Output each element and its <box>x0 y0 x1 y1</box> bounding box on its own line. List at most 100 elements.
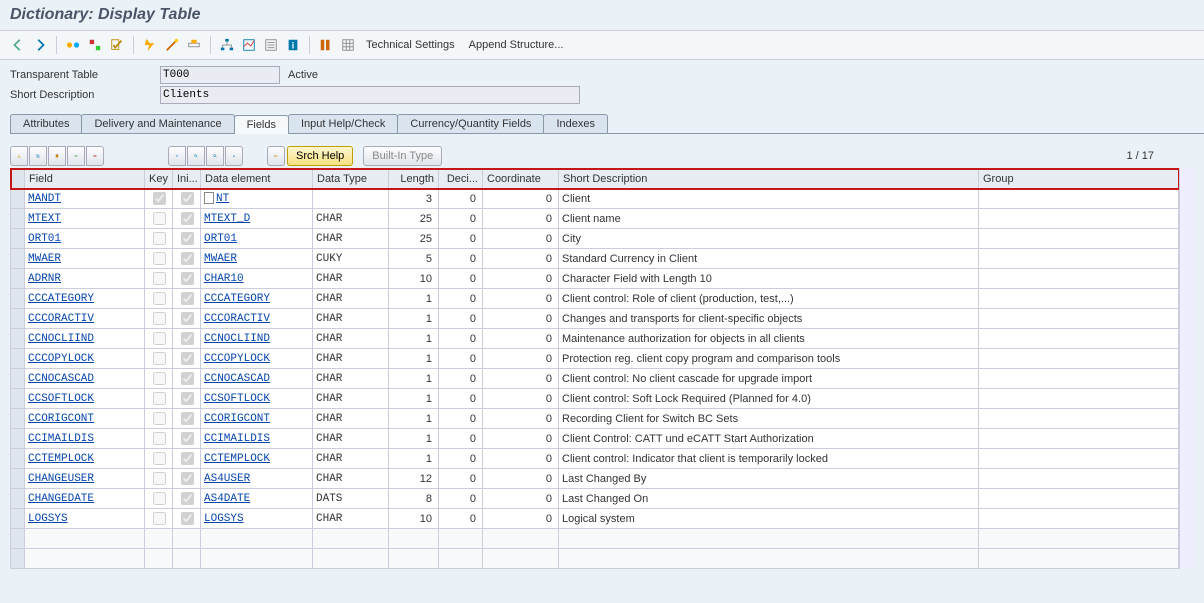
row-marker[interactable] <box>11 389 25 409</box>
cell-key[interactable] <box>145 369 173 389</box>
col-field[interactable]: Field <box>25 169 145 189</box>
cell-data-element[interactable]: CCSOFTLOCK <box>201 389 313 409</box>
cell-ini[interactable] <box>173 509 201 529</box>
cell-field[interactable]: CCTEMPLOCK <box>25 449 145 469</box>
cell-data-element[interactable]: AS4USER <box>201 469 313 489</box>
cell-ini[interactable] <box>173 409 201 429</box>
cell-field[interactable]: ORT01 <box>25 229 145 249</box>
row-marker[interactable] <box>11 529 25 549</box>
other-object-icon[interactable] <box>85 35 105 55</box>
row-marker[interactable] <box>11 449 25 469</box>
insert-row-icon[interactable] <box>67 146 85 166</box>
row-marker[interactable] <box>11 489 25 509</box>
cell-data-element[interactable]: MWAER <box>201 249 313 269</box>
col-ini[interactable]: Ini... <box>173 169 201 189</box>
cell-key[interactable] <box>145 389 173 409</box>
cell-field[interactable]: CCCOPYLOCK <box>25 349 145 369</box>
cell-field[interactable]: CCIMAILDIS <box>25 429 145 449</box>
col-data-type[interactable]: Data Type <box>313 169 389 189</box>
cell-field[interactable]: CCCATEGORY <box>25 289 145 309</box>
key-icon[interactable] <box>267 146 285 166</box>
contents-icon[interactable] <box>261 35 281 55</box>
cell-field[interactable]: MANDT <box>25 189 145 209</box>
expand-all-icon[interactable] <box>168 146 186 166</box>
table-icon[interactable] <box>338 35 358 55</box>
row-marker[interactable] <box>11 429 25 449</box>
col-coordinate[interactable]: Coordinate <box>483 169 559 189</box>
cell-key[interactable] <box>145 229 173 249</box>
cell-ini[interactable] <box>173 349 201 369</box>
cell-ini[interactable] <box>173 469 201 489</box>
cell-ini[interactable] <box>173 309 201 329</box>
cell-ini[interactable] <box>173 209 201 229</box>
cell-data-element[interactable]: AS4DATE <box>201 489 313 509</box>
cell-field[interactable]: CHANGEUSER <box>25 469 145 489</box>
tab-input-help[interactable]: Input Help/Check <box>288 114 398 133</box>
cell-key[interactable] <box>145 409 173 429</box>
cell-data-element[interactable]: LOGSYS <box>201 509 313 529</box>
row-marker[interactable] <box>11 289 25 309</box>
cell-key[interactable] <box>145 449 173 469</box>
cell-data-element[interactable]: CCNOCLIIND <box>201 329 313 349</box>
hierarchy-icon[interactable] <box>217 35 237 55</box>
cell-ini[interactable] <box>173 269 201 289</box>
select-all-corner[interactable] <box>11 169 25 189</box>
wand-icon[interactable] <box>162 35 182 55</box>
tab-attributes[interactable]: Attributes <box>10 114 82 133</box>
cell-ini[interactable] <box>173 289 201 309</box>
check-icon[interactable] <box>107 35 127 55</box>
cell-ini[interactable] <box>173 249 201 269</box>
cut-icon[interactable] <box>10 146 28 166</box>
cell-ini[interactable] <box>173 489 201 509</box>
cell-ini[interactable] <box>173 189 201 209</box>
where-used-icon[interactable] <box>184 35 204 55</box>
technical-settings-button[interactable]: Technical Settings <box>360 35 461 55</box>
tab-fields[interactable]: Fields <box>234 115 289 134</box>
tab-indexes[interactable]: Indexes <box>543 114 608 133</box>
row-marker[interactable] <box>11 309 25 329</box>
short-description-field[interactable] <box>160 86 580 104</box>
row-marker[interactable] <box>11 349 25 369</box>
cell-field[interactable]: CCCORACTIV <box>25 309 145 329</box>
cell-data-element[interactable]: CCCORACTIV <box>201 309 313 329</box>
row-marker[interactable] <box>11 549 25 569</box>
cell-key[interactable] <box>145 269 173 289</box>
cell-data-element[interactable]: CHAR10 <box>201 269 313 289</box>
row-marker[interactable] <box>11 209 25 229</box>
cell-field[interactable]: MWAER <box>25 249 145 269</box>
cell-data-element[interactable]: CCIMAILDIS <box>201 429 313 449</box>
find-next-icon[interactable] <box>206 146 224 166</box>
col-data-element[interactable]: Data element <box>201 169 313 189</box>
copy-icon[interactable] <box>29 146 47 166</box>
builtin-type-button[interactable]: Built-In Type <box>363 146 442 166</box>
cell-ini[interactable] <box>173 229 201 249</box>
row-marker[interactable] <box>11 409 25 429</box>
cell-key[interactable] <box>145 349 173 369</box>
row-marker[interactable] <box>11 229 25 249</box>
srch-help-button[interactable]: Srch Help <box>287 146 353 166</box>
cell-field[interactable]: CCNOCASCAD <box>25 369 145 389</box>
paste-icon[interactable] <box>48 146 66 166</box>
cell-ini[interactable] <box>173 389 201 409</box>
row-marker[interactable] <box>11 269 25 289</box>
cell-key[interactable] <box>145 429 173 449</box>
cell-field[interactable]: MTEXT <box>25 209 145 229</box>
cell-ini[interactable] <box>173 369 201 389</box>
cell-field[interactable]: CHANGEDATE <box>25 489 145 509</box>
col-short-desc[interactable]: Short Description <box>559 169 979 189</box>
cell-data-element[interactable]: CCNOCASCAD <box>201 369 313 389</box>
append-structure-button[interactable]: Append Structure... <box>463 35 570 55</box>
cell-field[interactable]: CCNOCLIIND <box>25 329 145 349</box>
cell-key[interactable] <box>145 209 173 229</box>
find-icon[interactable] <box>187 146 205 166</box>
cell-key[interactable] <box>145 489 173 509</box>
tab-currency[interactable]: Currency/Quantity Fields <box>397 114 544 133</box>
cell-data-element[interactable]: CCTEMPLOCK <box>201 449 313 469</box>
cell-key[interactable] <box>145 189 173 209</box>
cell-ini[interactable] <box>173 329 201 349</box>
col-key[interactable]: Key <box>145 169 173 189</box>
row-marker[interactable] <box>11 509 25 529</box>
delete-row-icon[interactable] <box>86 146 104 166</box>
graphic-icon[interactable] <box>239 35 259 55</box>
cell-data-element[interactable]: MTEXT_D <box>201 209 313 229</box>
